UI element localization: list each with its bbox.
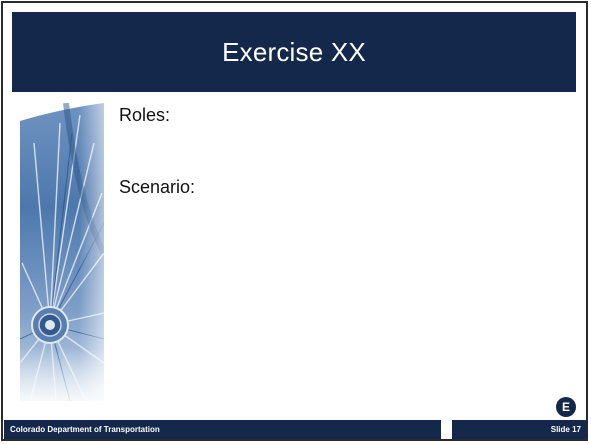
roles-label: Roles: xyxy=(119,105,171,125)
slide-title: Exercise XX xyxy=(222,36,366,67)
slide-number: Slide 17 xyxy=(550,425,581,434)
bicycle-wheel-spokes-icon xyxy=(20,103,104,401)
footer-bar-right: Slide 17 xyxy=(452,420,587,439)
bicycle-wheel-image xyxy=(20,103,104,401)
e-badge-icon: E xyxy=(556,397,576,417)
title-bar: Exercise XX xyxy=(12,12,576,92)
footer-organization: Colorado Department of Transportation xyxy=(10,425,160,434)
scenario-label: Scenario: xyxy=(119,177,196,197)
slide: Exercise XX Roles: Scenario: E Colorado … xyxy=(0,0,591,444)
footer-bar-left: Colorado Department of Transportation xyxy=(4,420,441,439)
